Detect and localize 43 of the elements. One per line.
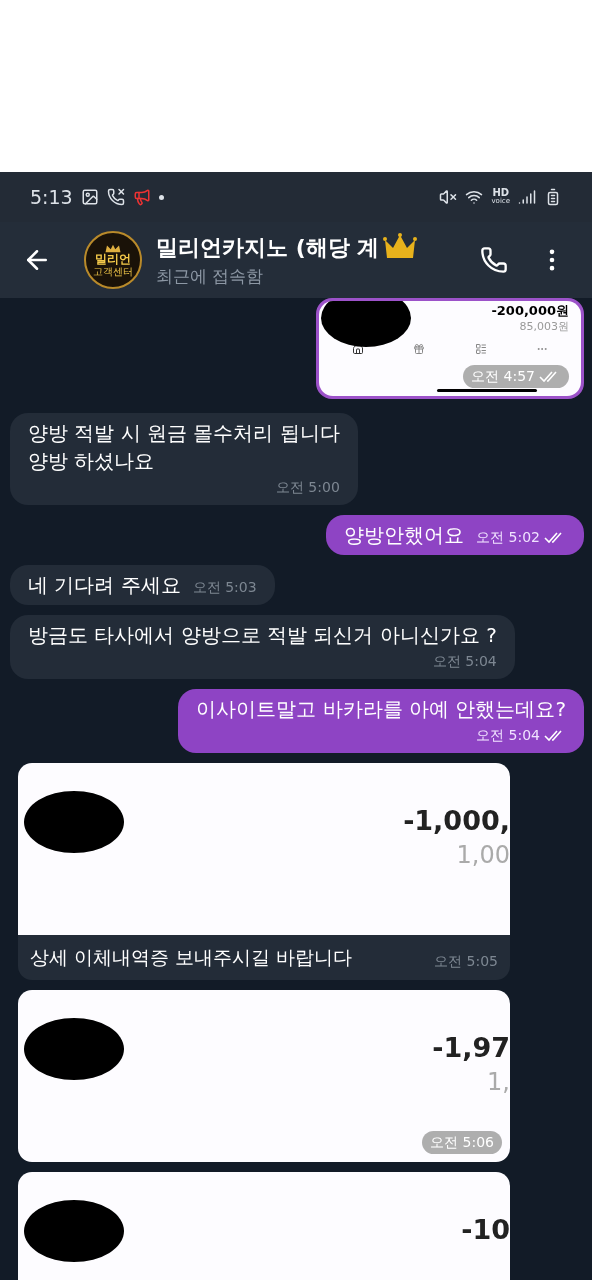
screenshot-image[interactable]: -1,000, 1,00 — [18, 763, 510, 935]
logo-subtitle-text: 고객센터 — [93, 265, 133, 277]
amount-text: -10 — [461, 1213, 510, 1246]
screenshot-image[interactable]: -10 — [18, 1171, 510, 1280]
message-time: 오전 5:00 — [275, 478, 340, 497]
signal-icon — [518, 188, 536, 206]
missed-call-icon — [106, 188, 125, 206]
balance-text: 1,00 — [456, 840, 510, 871]
balance-text: 85,003원 — [519, 319, 569, 335]
list-icon — [474, 343, 487, 355]
chat-title: 밀리언카지노 (해당 계 — [156, 233, 380, 262]
mute-icon — [439, 188, 458, 206]
amount-text: -1,000, — [403, 805, 510, 837]
megaphone-icon — [132, 188, 151, 206]
wifi-icon — [465, 188, 484, 206]
image-icon — [80, 188, 99, 206]
message-time: 오전 5:06 — [430, 1132, 494, 1152]
hd-text: HD — [492, 189, 510, 197]
amount-text: -200,000원 — [491, 303, 569, 319]
message-time: 오전 5:02 — [476, 528, 540, 547]
message-time: 오전 5:03 — [192, 578, 257, 597]
message-time: 오전 4:57 — [471, 367, 535, 386]
message-text: 상세 이체내역증 보내주시길 바랍니다 — [30, 945, 353, 970]
message-time: 오전 5:05 — [434, 951, 498, 971]
last-seen-text: 최근에 접속함 — [156, 264, 265, 288]
gift-icon — [413, 343, 426, 355]
screenshot-image[interactable]: -200,000원 85,003원 오전 4:57 — [319, 301, 581, 396]
message-text: 방금도 타사에서 양방으로 적발 되신거 아니신가요 ? — [28, 622, 497, 649]
message-text: 양방안했어요 — [344, 522, 465, 549]
amount-text: -1,97 — [432, 1031, 510, 1064]
message-text: 네 기다려 주세요 — [28, 572, 181, 599]
screenshot-image[interactable]: -1,97 1, 오전 5:06 — [18, 989, 510, 1162]
logo-title-text: 밀리언 — [95, 252, 131, 266]
message-time: 오전 5:04 — [432, 652, 497, 671]
message-text: 양방 적발 시 원금 몰수처리 됩니다 양방 하셨나요 — [28, 420, 340, 475]
call-icon[interactable] — [480, 246, 508, 274]
balance-text: 1, — [487, 1066, 510, 1098]
clock-text: 5:13 — [30, 184, 73, 210]
message-time: 오전 5:04 — [476, 726, 540, 745]
crown-icon — [104, 243, 122, 253]
avatar-logo[interactable]: 밀리언 고객센터 — [84, 231, 142, 289]
home-icon — [351, 343, 364, 355]
message-text: 이사이트말고 바카라를 아예 안했는데요? — [196, 696, 566, 723]
